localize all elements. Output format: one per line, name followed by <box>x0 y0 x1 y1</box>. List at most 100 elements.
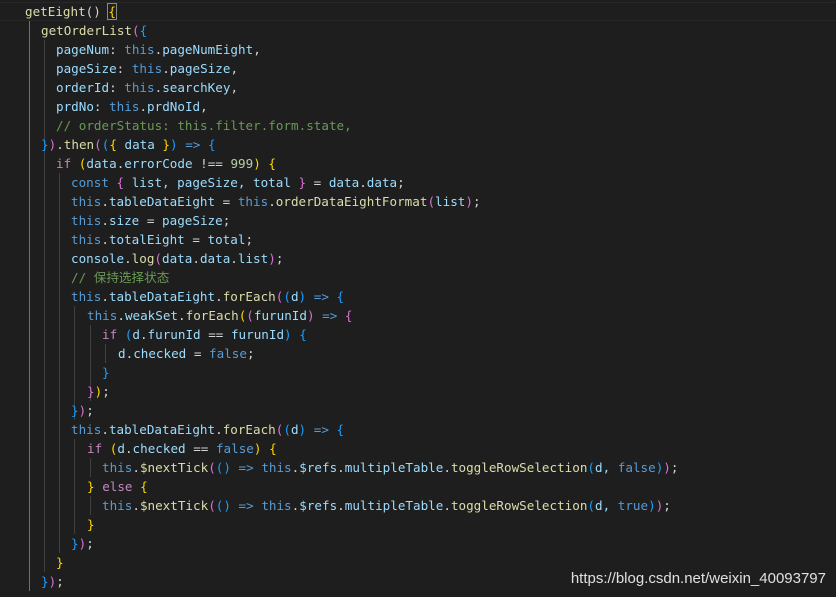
code-token: list, pageSize, total <box>124 175 299 190</box>
code-token: $refs <box>299 460 338 475</box>
code-token: . <box>132 460 140 475</box>
code-line[interactable]: this.tableDataEight.forEach((d) => { <box>71 420 344 439</box>
code-token: ; <box>663 498 671 513</box>
code-line[interactable]: this.tableDataEight = this.orderDataEigh… <box>71 192 481 211</box>
code-token: . <box>178 308 186 323</box>
code-line[interactable]: this.tableDataEight.forEach((d) => { <box>71 287 344 306</box>
code-line[interactable]: }); <box>87 382 110 401</box>
code-line[interactable]: pageSize: this.pageSize, <box>56 59 238 78</box>
code-token: ( <box>283 289 291 304</box>
code-token: false <box>617 460 656 475</box>
code-token: this <box>87 308 118 323</box>
code-token: d <box>132 327 140 342</box>
code-line[interactable]: if (data.errorCode !== 999) { <box>56 154 276 173</box>
code-token: { <box>139 23 148 38</box>
code-token: if <box>56 156 72 171</box>
code-line[interactable]: console.log(data.data.list); <box>71 249 283 268</box>
code-token: checked <box>132 441 186 456</box>
code-token: ) <box>284 327 292 342</box>
code-token: } <box>56 555 64 570</box>
code-token: forEach <box>222 422 276 437</box>
code-token: . <box>132 498 140 513</box>
code-line[interactable]: orderId: this.searchKey, <box>56 78 238 97</box>
code-token: ; <box>86 403 94 418</box>
code-token: } <box>87 517 95 532</box>
code-line[interactable]: getOrderList({ <box>41 21 147 40</box>
code-token: . <box>139 327 148 342</box>
indent-guide <box>105 344 106 363</box>
code-token: () <box>85 4 109 19</box>
code-line[interactable]: // 保持选择状态 <box>71 268 169 287</box>
code-token: orderId <box>56 80 110 95</box>
code-token: = <box>306 175 329 190</box>
code-line[interactable]: const { list, pageSize, total } = data.d… <box>71 173 405 192</box>
code-token: data <box>366 175 398 190</box>
code-line[interactable]: // orderStatus: this.filter.form.state, <box>56 116 352 135</box>
code-token: ) <box>298 289 307 304</box>
code-line[interactable]: getEight() { <box>25 2 117 21</box>
code-line[interactable]: this.weakSet.forEach((furunId) => { <box>87 306 353 325</box>
code-line[interactable]: if (d.checked == false) { <box>87 439 277 458</box>
code-line[interactable]: prdNo: this.prdNoId, <box>56 97 208 116</box>
code-token: totalEight <box>108 232 185 247</box>
code-line[interactable]: if (d.furunId == furunId) { <box>102 325 307 344</box>
code-token: . <box>215 422 223 437</box>
code-token: d <box>118 346 126 361</box>
code-editor[interactable]: getEight() {getOrderList({pageNum: this.… <box>0 0 836 597</box>
code-token: orderDataEightFormat <box>275 194 428 209</box>
code-token: false <box>209 346 247 361</box>
code-line[interactable]: } <box>102 363 110 382</box>
code-line[interactable]: } <box>56 553 64 572</box>
code-token: $nextTick <box>139 460 209 475</box>
code-line[interactable]: this.$nextTick(() => this.$refs.multiple… <box>102 496 671 515</box>
code-token: { <box>336 422 345 437</box>
code-token: this <box>71 213 102 228</box>
code-token: toggleRowSelection <box>450 498 588 513</box>
code-token: . <box>215 289 223 304</box>
code-token: . <box>443 460 451 475</box>
code-token: this <box>71 289 102 304</box>
code-token: ( <box>154 251 163 266</box>
code-token: } <box>71 536 79 551</box>
code-token: log <box>131 251 155 266</box>
code-token: // orderStatus: this.filter.form.state, <box>56 118 352 133</box>
code-token: pageSize <box>169 61 231 76</box>
code-line[interactable]: }); <box>41 572 64 591</box>
code-token: forEach <box>222 289 276 304</box>
code-token: this <box>71 422 102 437</box>
code-line[interactable]: } else { <box>87 477 148 496</box>
code-line[interactable]: }); <box>71 401 94 420</box>
code-token: then <box>63 137 95 152</box>
code-token: this <box>71 232 102 247</box>
code-token: searchKey <box>162 80 231 95</box>
code-token: = <box>215 194 238 209</box>
code-token: d <box>117 441 125 456</box>
code-line[interactable]: pageNum: this.pageNumEight, <box>56 40 261 59</box>
code-token: ; <box>472 194 481 209</box>
code-token: data <box>162 251 193 266</box>
code-line[interactable]: this.size = pageSize; <box>71 211 230 230</box>
code-token: ) <box>253 156 261 171</box>
code-line[interactable]: this.totalEight = total; <box>71 230 253 249</box>
code-line[interactable]: d.checked = false; <box>118 344 255 363</box>
code-token: { <box>344 308 353 323</box>
code-line[interactable]: }); <box>71 534 94 553</box>
code-token: pageSize <box>56 61 117 76</box>
code-line[interactable]: } <box>87 515 95 534</box>
code-line[interactable]: }).then(({ data }) => { <box>41 135 216 154</box>
code-token: this <box>102 460 133 475</box>
code-token: = <box>186 346 210 361</box>
code-line[interactable]: this.$nextTick(() => this.$refs.multiple… <box>102 458 678 477</box>
code-token: data <box>124 137 155 152</box>
code-token: ) <box>170 137 178 152</box>
code-token: forEach <box>185 308 239 323</box>
code-token: d, <box>595 460 618 475</box>
indent-guide <box>44 154 45 572</box>
code-token: . <box>337 460 345 475</box>
